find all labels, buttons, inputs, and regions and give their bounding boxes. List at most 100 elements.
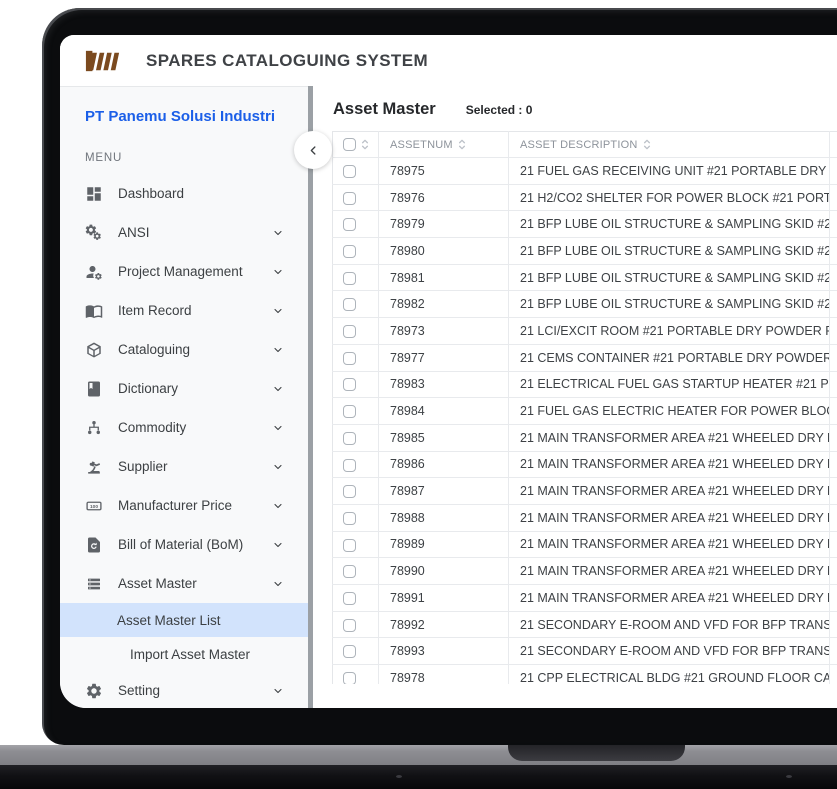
laptop-bezel: SPARES CATALOGUING SYSTEM PT Panemu Solu…: [42, 8, 837, 745]
laptop-foot: [786, 775, 792, 778]
assetnum-cell: 78985: [378, 424, 509, 452]
table-row[interactable]: 78988 21 MAIN TRANSFORMER AREA #21 WHEEL…: [332, 504, 837, 532]
asset-description-cell: 21 MAIN TRANSFORMER AREA #21 WHEELED DRY…: [508, 477, 830, 505]
table-row[interactable]: 78989 21 MAIN TRANSFORMER AREA #21 WHEEL…: [332, 531, 837, 559]
row-checkbox[interactable]: [343, 325, 356, 339]
row-checkbox[interactable]: [343, 298, 356, 312]
row-checkbox[interactable]: [343, 618, 356, 632]
table-row[interactable]: 78985 21 MAIN TRANSFORMER AREA #21 WHEEL…: [332, 424, 837, 452]
asset-description-cell: 21 BFP LUBE OIL STRUCTURE & SAMPLING SKI…: [508, 210, 830, 239]
table-row[interactable]: 78984 21 FUEL GAS ELECTRIC HEATER FOR PO…: [332, 397, 837, 425]
sidebar-item-cataloguing[interactable]: Cataloguing: [60, 330, 308, 369]
table-row[interactable]: 78973 21 LCI/EXCIT ROOM #21 PORTABLE DRY…: [332, 317, 837, 345]
select-all-checkbox[interactable]: [343, 138, 356, 151]
company-name: PT Panemu Solusi Industri: [85, 108, 276, 125]
asset-table: ASSETNUM ASSET DESCRIPTION 78975 21 FUEL…: [332, 131, 837, 684]
package-cube-icon: [85, 341, 103, 359]
sort-icon[interactable]: [458, 138, 466, 151]
assetnum-cell: 78975: [378, 157, 509, 185]
table-row[interactable]: 78982 21 BFP LUBE OIL STRUCTURE & SAMPLI…: [332, 290, 837, 319]
table-row[interactable]: 78981 21 BFP LUBE OIL STRUCTURE & SAMPLI…: [332, 264, 837, 292]
row-checkbox[interactable]: [343, 431, 356, 445]
sidebar-item-manufacturer-price[interactable]: Manufacturer Price: [60, 486, 308, 525]
chevron-down-icon: [272, 685, 284, 697]
robot-arm-icon: [85, 458, 103, 476]
assetnum-cell: 78978: [378, 664, 509, 684]
table-row[interactable]: 78980 21 BFP LUBE OIL STRUCTURE & SAMPLI…: [332, 237, 837, 265]
list-bars-icon: [85, 575, 103, 593]
chevron-down-icon: [272, 500, 284, 512]
row-checkbox[interactable]: [343, 565, 356, 579]
sidebar-item-dashboard[interactable]: Dashboard: [60, 174, 308, 213]
asset-description-cell: 21 LCI/EXCIT ROOM #21 PORTABLE DRY POWDE…: [508, 317, 830, 345]
assetnum-cell: 78984: [378, 397, 509, 425]
row-checkbox[interactable]: [343, 511, 356, 525]
table-row[interactable]: 78978 21 CPP ELECTRICAL BLDG #21 GROUND …: [332, 664, 837, 684]
table-row[interactable]: 78977 21 CEMS CONTAINER #21 PORTABLE DRY…: [332, 344, 837, 372]
row-checkbox[interactable]: [343, 351, 356, 365]
row-checkbox[interactable]: [343, 164, 356, 178]
sidebar-subitem-asset-master-list[interactable]: Asset Master List: [60, 603, 308, 637]
chevron-down-icon: [272, 305, 284, 317]
sidebar-item-asset-master[interactable]: Asset Master: [60, 564, 308, 603]
row-checkbox[interactable]: [343, 218, 356, 232]
sort-icon[interactable]: [643, 138, 651, 151]
sort-icon[interactable]: [361, 138, 369, 151]
sidebar-item-dictionary[interactable]: Dictionary: [60, 369, 308, 408]
table-row[interactable]: 78975 21 FUEL GAS RECEIVING UNIT #21 POR…: [332, 157, 837, 185]
gear-icon: [85, 682, 103, 700]
row-checkbox[interactable]: [343, 485, 356, 499]
app-window: SPARES CATALOGUING SYSTEM PT Panemu Solu…: [60, 35, 837, 708]
table-row[interactable]: 78993 21 SECONDARY E-ROOM AND VFD FOR BF…: [332, 637, 837, 666]
row-checkbox[interactable]: [343, 645, 356, 659]
sidebar-item-supplier[interactable]: Supplier: [60, 447, 308, 486]
table-row[interactable]: 78987 21 MAIN TRANSFORMER AREA #21 WHEEL…: [332, 477, 837, 505]
row-checkbox[interactable]: [343, 591, 356, 605]
column-header-assetnum[interactable]: ASSETNUM: [378, 131, 509, 158]
table-row[interactable]: 78976 21 H2/CO2 SHELTER FOR POWER BLOCK …: [332, 184, 837, 212]
row-checkbox[interactable]: [343, 191, 356, 205]
extra-cell: [829, 157, 837, 185]
assetnum-cell: 78981: [378, 264, 509, 292]
asset-description-cell: 21 BFP LUBE OIL STRUCTURE & SAMPLING SKI…: [508, 237, 830, 265]
column-header-asset-description[interactable]: ASSET DESCRIPTION: [508, 131, 830, 158]
assetnum-cell: 78982: [378, 290, 509, 319]
asset-description-cell: 21 BFP LUBE OIL STRUCTURE & SAMPLING SKI…: [508, 264, 830, 292]
sidebar-item-setting[interactable]: Setting: [60, 671, 308, 708]
sidebar-item-project-management[interactable]: Project Management: [60, 252, 308, 291]
open-book-icon: [85, 302, 103, 320]
table-row[interactable]: 78990 21 MAIN TRANSFORMER AREA #21 WHEEL…: [332, 557, 837, 585]
row-checkbox[interactable]: [343, 245, 356, 258]
table-row[interactable]: 78991 21 MAIN TRANSFORMER AREA #21 WHEEL…: [332, 584, 837, 612]
table-row[interactable]: 78983 21 ELECTRICAL FUEL GAS STARTUP HEA…: [332, 371, 837, 399]
row-checkbox[interactable]: [343, 672, 356, 684]
row-checkbox[interactable]: [343, 458, 356, 472]
row-checkbox[interactable]: [343, 538, 356, 552]
machine-gears-icon: [85, 224, 103, 242]
sidebar-subitem-import-asset-master[interactable]: Import Asset Master: [60, 637, 308, 671]
main-content: Asset Master Selected : 0 ASSETNUM ASSET…: [313, 86, 837, 708]
chevron-down-icon: [272, 344, 284, 356]
extra-cell: [829, 557, 837, 585]
chevron-left-icon: [307, 144, 320, 157]
sidebar: PT Panemu Solusi Industri MENU Dashboard…: [60, 86, 308, 708]
table-row[interactable]: 78986 21 MAIN TRANSFORMER AREA #21 WHEEL…: [332, 451, 837, 479]
row-checkbox[interactable]: [343, 405, 356, 419]
laptop-mockup: SPARES CATALOGUING SYSTEM PT Panemu Solu…: [0, 0, 837, 789]
table-row[interactable]: 78992 21 SECONDARY E-ROOM AND VFD FOR BF…: [332, 611, 837, 639]
sidebar-item-item-record[interactable]: Item Record: [60, 291, 308, 330]
extra-cell: [829, 210, 837, 239]
hierarchy-icon: [85, 419, 103, 437]
assetnum-cell: 78986: [378, 451, 509, 479]
sidebar-item-commodity[interactable]: Commodity: [60, 408, 308, 447]
asset-description-cell: 21 CEMS CONTAINER #21 PORTABLE DRY POWDE…: [508, 344, 830, 372]
price-100-icon: [85, 497, 103, 515]
table-row[interactable]: 78979 21 BFP LUBE OIL STRUCTURE & SAMPLI…: [332, 210, 837, 239]
sidebar-nav: Dashboard ANSI Project Management Item R…: [60, 174, 308, 708]
sidebar-item-bill-of-material-bom[interactable]: Bill of Material (BoM): [60, 525, 308, 564]
asset-description-cell: 21 H2/CO2 SHELTER FOR POWER BLOCK #21 PO…: [508, 184, 830, 212]
row-checkbox[interactable]: [343, 271, 356, 285]
row-checkbox[interactable]: [343, 378, 356, 392]
sidebar-item-ansi[interactable]: ANSI: [60, 213, 308, 252]
sidebar-collapse-button[interactable]: [294, 131, 332, 169]
